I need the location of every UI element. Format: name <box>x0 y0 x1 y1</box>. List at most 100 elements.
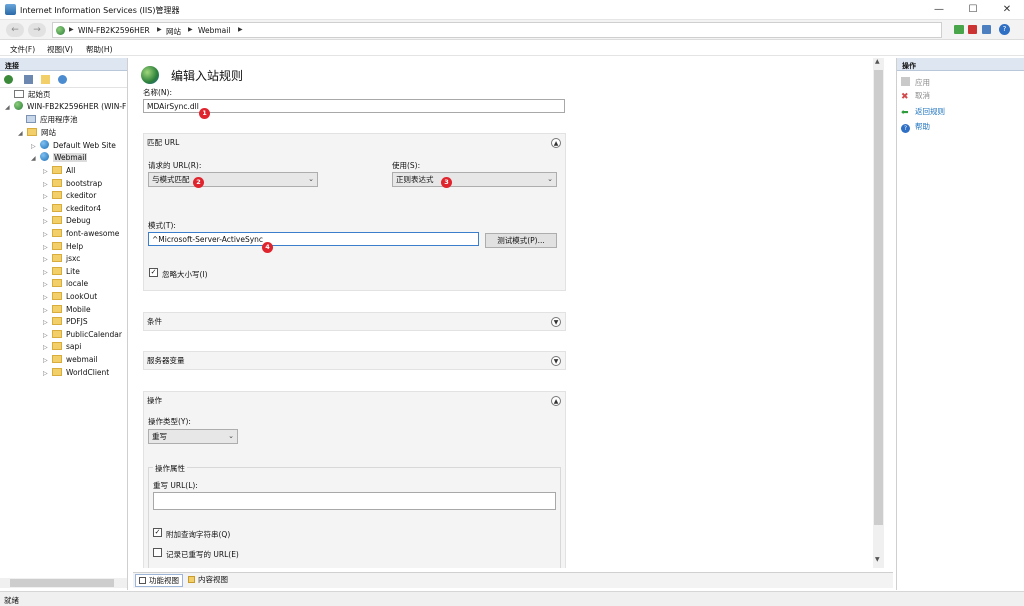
tree-default-site[interactable]: ▷ Default Web Site <box>31 140 116 152</box>
expand-icon[interactable]: ▷ <box>43 204 49 216</box>
status-text: 就绪 <box>4 596 19 605</box>
tree-folder[interactable]: ▷ WorldClient <box>43 367 109 379</box>
globe-icon <box>40 152 49 161</box>
tree-folder[interactable]: ▷ LookOut <box>43 291 97 303</box>
ignore-case-checkbox[interactable]: ✓ <box>149 268 158 277</box>
home-icon[interactable] <box>982 25 991 34</box>
expand-icon[interactable]: ◢ <box>18 128 24 140</box>
tree-folder[interactable]: ▷ All <box>43 165 75 177</box>
tree-folder[interactable]: ▷ ckeditor <box>43 190 96 202</box>
chevron-right-icon: ▶ <box>69 26 74 33</box>
maximize-button[interactable]: ☐ <box>956 0 990 20</box>
section-title[interactable]: 操作 <box>144 392 565 410</box>
menu-file[interactable]: 文件(F) <box>10 44 35 55</box>
help-icon[interactable]: ? <box>999 24 1010 35</box>
expand-icon[interactable]: ▷ <box>43 242 49 254</box>
expand-icon[interactable]: ▼ <box>551 317 561 327</box>
tree-folder[interactable]: ▷ Lite <box>43 266 80 278</box>
tree-folder[interactable]: ▷ Debug <box>43 215 91 227</box>
expand-icon[interactable]: ▷ <box>43 317 49 329</box>
menu-help[interactable]: 帮助(H) <box>86 44 113 55</box>
refresh-icon[interactable] <box>58 75 67 84</box>
scroll-up-icon[interactable]: ▲ <box>875 58 880 65</box>
vertical-scrollbar[interactable]: ▲ ▼ <box>873 58 884 568</box>
scroll-down-icon[interactable]: ▼ <box>875 556 880 563</box>
chevron-down-icon: ⌄ <box>228 432 234 440</box>
append-query-label: 附加查询字符串(Q) <box>166 530 231 539</box>
status-bar: 就绪 <box>0 591 1024 606</box>
up-folder-icon[interactable] <box>41 75 50 84</box>
tree-folder[interactable]: ▷ jsxc <box>43 253 80 265</box>
rewrite-url-input[interactable] <box>153 492 556 510</box>
expand-icon[interactable]: ▷ <box>43 166 49 178</box>
expand-icon[interactable]: ▷ <box>43 330 49 342</box>
tree-folder[interactable]: ▷ bootstrap <box>43 178 102 190</box>
action-type-select[interactable]: 重写 ⌄ <box>148 429 238 444</box>
expand-icon[interactable]: ▷ <box>43 229 49 241</box>
help-action[interactable]: ? 帮助 <box>901 121 930 133</box>
back-button[interactable]: ← <box>6 23 24 37</box>
expand-icon[interactable]: ◢ <box>5 102 11 114</box>
tab-content-view[interactable]: 内容视图 <box>185 574 231 587</box>
minimize-button[interactable]: — <box>922 0 956 20</box>
expand-icon[interactable]: ▷ <box>43 279 49 291</box>
section-title[interactable]: 匹配 URL <box>144 134 565 152</box>
tree-folder[interactable]: ▷ PublicCalendar <box>43 329 122 341</box>
expand-icon[interactable]: ▷ <box>43 179 49 191</box>
expand-icon[interactable]: ▷ <box>43 355 49 367</box>
using-select[interactable]: 正则表达式 ⌄ <box>392 172 557 187</box>
forward-button[interactable]: → <box>28 23 46 37</box>
connect-icon[interactable] <box>4 75 13 84</box>
menu-view[interactable]: 视图(V) <box>47 44 73 55</box>
breadcrumb-server[interactable]: WIN-FB2K2596HER <box>78 26 150 35</box>
scroll-thumb[interactable] <box>874 70 883 525</box>
tree-folder[interactable]: ▷ ckeditor4 <box>43 203 101 215</box>
section-title[interactable]: 服务器变量 <box>144 352 565 370</box>
log-rewritten-checkbox[interactable] <box>153 548 162 557</box>
tree-folder[interactable]: ▷ Mobile <box>43 304 91 316</box>
app-icon <box>5 4 16 15</box>
tab-features-view[interactable]: 功能视图 <box>135 574 183 587</box>
pattern-input[interactable]: ^Microsoft-Server-ActiveSync <box>148 232 479 246</box>
expand-icon[interactable]: ▷ <box>43 191 49 203</box>
stop-icon[interactable] <box>968 25 977 34</box>
network-icon[interactable] <box>954 25 964 34</box>
section-title[interactable]: 条件 <box>144 313 565 331</box>
save-icon[interactable] <box>24 75 33 84</box>
tree-folder[interactable]: ▷ locale <box>43 278 88 290</box>
breadcrumb-sites[interactable]: 网站 <box>166 26 181 37</box>
collapse-icon[interactable]: ▲ <box>551 396 561 406</box>
tree-start-page[interactable]: 起始页 <box>14 89 51 101</box>
expand-icon[interactable]: ▷ <box>43 305 49 317</box>
tree-webmail[interactable]: ◢ Webmail <box>31 152 88 165</box>
expand-icon[interactable]: ▷ <box>43 254 49 266</box>
close-button[interactable]: ✕ <box>990 0 1024 20</box>
expand-icon[interactable]: ◢ <box>31 153 37 165</box>
tree-folder[interactable]: ▷ sapi <box>43 341 81 353</box>
tree-app-pools[interactable]: 应用程序池 <box>26 114 78 126</box>
collapse-icon[interactable]: ▲ <box>551 138 561 148</box>
tree-folder[interactable]: ▷ font-awesome <box>43 228 119 240</box>
expand-icon[interactable]: ▷ <box>43 368 49 380</box>
tree-folder[interactable]: ▷ PDFJS <box>43 316 88 328</box>
expand-icon[interactable]: ▷ <box>43 292 49 304</box>
horizontal-scrollbar[interactable] <box>0 578 127 588</box>
tree-server[interactable]: ◢ WIN-FB2K2596HER (WIN-F <box>5 101 126 113</box>
breadcrumb-webmail[interactable]: Webmail <box>198 26 230 35</box>
cancel-action[interactable]: ✖ 取消 <box>901 90 930 102</box>
test-pattern-button[interactable]: 测试模式(P)... <box>485 233 557 248</box>
tree-folder[interactable]: ▷ webmail <box>43 354 98 366</box>
apply-action[interactable]: 应用 <box>901 77 930 89</box>
tree-folder[interactable]: ▷ Help <box>43 241 83 253</box>
expand-icon[interactable]: ▷ <box>43 216 49 228</box>
requested-url-select[interactable]: 与模式匹配 ⌄ <box>148 172 318 187</box>
expand-icon[interactable]: ▼ <box>551 356 561 366</box>
scroll-thumb[interactable] <box>10 579 114 587</box>
append-query-checkbox[interactable]: ✓ <box>153 528 162 537</box>
tree-label: sapi <box>66 342 82 352</box>
expand-icon[interactable]: ▷ <box>43 267 49 279</box>
tree-sites[interactable]: ◢ 网站 <box>18 127 56 139</box>
back-to-rules-action[interactable]: ⬅ 返回规则 <box>901 106 945 118</box>
breadcrumb[interactable]: ▶ WIN-FB2K2596HER ▶ 网站 ▶ Webmail ▶ <box>52 22 942 38</box>
expand-icon[interactable]: ▷ <box>43 342 49 354</box>
